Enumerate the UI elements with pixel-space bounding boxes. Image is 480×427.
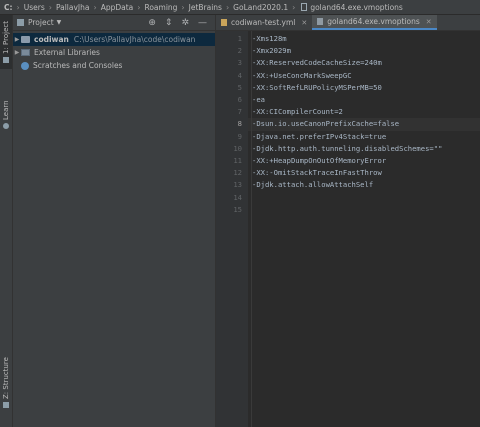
breadcrumb-item-jetbrains[interactable]: JetBrains <box>187 3 224 12</box>
code-editor[interactable]: 1 2 3 4 5 6 7 8 9 10 11 12 13 14 15 -Xms128m -Xmx2029m -… <box>216 31 480 427</box>
project-panel: Project ▼ ⊕ ⇕ ✲ — ▶ codiwan C:\Users\Pal… <box>13 15 216 427</box>
code-line[interactable]: -Djava.net.preferIPv4Stack=true <box>252 131 478 143</box>
breadcrumb-item-roaming[interactable]: Roaming <box>142 3 179 12</box>
learn-tool-button[interactable]: Learn <box>0 97 12 133</box>
chevron-right-icon: › <box>48 2 52 12</box>
tab-codiwan-test-yml[interactable]: codiwan-test.yml ✕ <box>216 15 312 30</box>
code-line[interactable]: -XX:CICompilerCount=2 <box>252 106 478 118</box>
code-area[interactable]: -Xms128m -Xmx2029m -XX:ReservedCodeCacheSi… <box>248 31 480 427</box>
structure-tool-button[interactable]: Z: Structure <box>0 353 12 413</box>
line-number: 8 <box>237 119 242 129</box>
tree-item-codiwan[interactable]: ▶ codiwan C:\Users\PallavJha\code\codiwa… <box>13 33 215 46</box>
file-icon <box>301 3 308 11</box>
breadcrumb-item-appdata[interactable]: AppData <box>99 3 136 12</box>
project-tool-label: 1: Project <box>2 21 10 54</box>
line-number: 1 <box>237 34 242 43</box>
chevron-right-icon[interactable]: ▶ <box>13 36 21 43</box>
chevron-right-icon[interactable]: ▶ <box>13 49 21 56</box>
line-number: 12 <box>233 168 242 178</box>
code-line[interactable]: -Dsun.io.useCanonPrefixCache=false <box>252 118 478 130</box>
tab-goland64-vmoptions[interactable]: goland64.exe.vmoptions ✕ <box>312 15 437 30</box>
breadcrumb-item-file[interactable]: goland64.exe.vmoptions <box>310 3 405 12</box>
tab-label: codiwan-test.yml <box>231 18 296 27</box>
code-line[interactable]: -Xmx2029m <box>252 45 478 57</box>
tree-item-label: codiwan <box>34 35 69 44</box>
code-line[interactable]: -XX:+HeapDumpOnOutOfMemoryError <box>252 155 478 167</box>
chevron-right-icon: › <box>225 2 230 12</box>
chevron-right-icon: › <box>181 2 185 12</box>
line-number: 7 <box>237 107 242 117</box>
line-number: 14 <box>233 192 242 202</box>
code-line[interactable]: -ea <box>252 94 478 106</box>
structure-icon <box>3 402 9 409</box>
chevron-right-icon: › <box>93 2 97 12</box>
code-line[interactable]: -XX:+UseConcMarkSweepGC <box>252 70 478 82</box>
tree-item-label: External Libraries <box>34 48 100 57</box>
line-number: 2 <box>237 46 242 56</box>
structure-tool-label: Z: Structure <box>2 357 10 400</box>
project-view-icon <box>17 19 24 26</box>
code-line[interactable]: -Djdk.http.auth.tunneling.disabledScheme… <box>252 143 478 155</box>
folder-icon <box>3 57 9 63</box>
left-tool-stripe: 1: Project Learn Z: Structure <box>0 15 13 427</box>
gear-icon[interactable]: ✲ <box>181 18 189 28</box>
scratches-icon <box>21 61 29 70</box>
line-number: 13 <box>233 180 242 190</box>
tab-label: goland64.exe.vmoptions <box>327 17 420 26</box>
learn-tool-label: Learn <box>2 100 10 121</box>
code-line[interactable]: -Djdk.attach.allowAttachSelf <box>252 179 478 191</box>
breadcrumb-item-users[interactable]: Users <box>22 3 47 12</box>
yaml-file-icon <box>221 19 227 26</box>
project-tool-button[interactable]: 1: Project <box>0 15 12 69</box>
learn-icon <box>3 123 9 130</box>
line-number: 15 <box>233 204 242 214</box>
code-line[interactable] <box>252 192 478 204</box>
hide-icon[interactable]: — <box>198 18 207 28</box>
code-line[interactable]: -XX:ReservedCodeCacheSize=240m <box>252 57 478 69</box>
close-icon[interactable]: ✕ <box>426 18 432 26</box>
line-number: 4 <box>237 70 242 80</box>
chevron-down-icon[interactable]: ▼ <box>57 19 62 26</box>
code-line[interactable] <box>252 204 478 216</box>
line-number: 9 <box>237 131 242 141</box>
folder-icon <box>21 36 30 43</box>
locate-icon[interactable]: ⊕ <box>148 18 156 28</box>
chevron-right-icon: › <box>16 2 20 12</box>
file-icon <box>317 18 324 25</box>
editor-tabs: codiwan-test.yml ✕ goland64.exe.vmoption… <box>216 15 480 31</box>
breadcrumb: C: › Users › PallavJha › AppData › Roami… <box>0 0 480 15</box>
breadcrumb-item-goland[interactable]: GoLand2020.1 <box>231 3 290 12</box>
line-number-gutter: 1 2 3 4 5 6 7 8 9 10 11 12 13 14 15 <box>216 31 248 427</box>
right-margin-guide <box>251 31 252 427</box>
project-view-selector[interactable]: Project <box>28 18 54 27</box>
tree-item-label: Scratches and Consoles <box>33 61 123 70</box>
line-number: 3 <box>237 58 242 68</box>
line-number: 5 <box>237 82 242 92</box>
project-panel-header: Project ▼ ⊕ ⇕ ✲ — <box>13 15 215 31</box>
tree-item-external-libraries[interactable]: ▶ External Libraries <box>13 46 215 59</box>
code-line[interactable]: -XX:-OmitStackTraceInFastThrow <box>252 167 478 179</box>
breadcrumb-item-user[interactable]: PallavJha <box>54 3 92 12</box>
close-icon[interactable]: ✕ <box>301 19 307 27</box>
tree-item-scratches[interactable]: Scratches and Consoles <box>13 59 215 72</box>
collapse-all-icon[interactable]: ⇕ <box>165 18 173 28</box>
breadcrumb-item-drive[interactable]: C: <box>0 3 15 12</box>
line-number: 6 <box>237 95 242 104</box>
code-line[interactable]: -XX:SoftRefLRUPolicyMSPerMB=50 <box>252 82 478 94</box>
chevron-right-icon: › <box>292 2 296 12</box>
tree-item-path: C:\Users\PallavJha\code\codiwan <box>73 35 196 44</box>
line-number: 11 <box>233 156 242 165</box>
line-number: 10 <box>233 143 242 153</box>
chevron-right-icon: › <box>137 2 141 12</box>
code-line[interactable]: -Xms128m <box>252 33 478 45</box>
library-icon <box>21 49 30 56</box>
